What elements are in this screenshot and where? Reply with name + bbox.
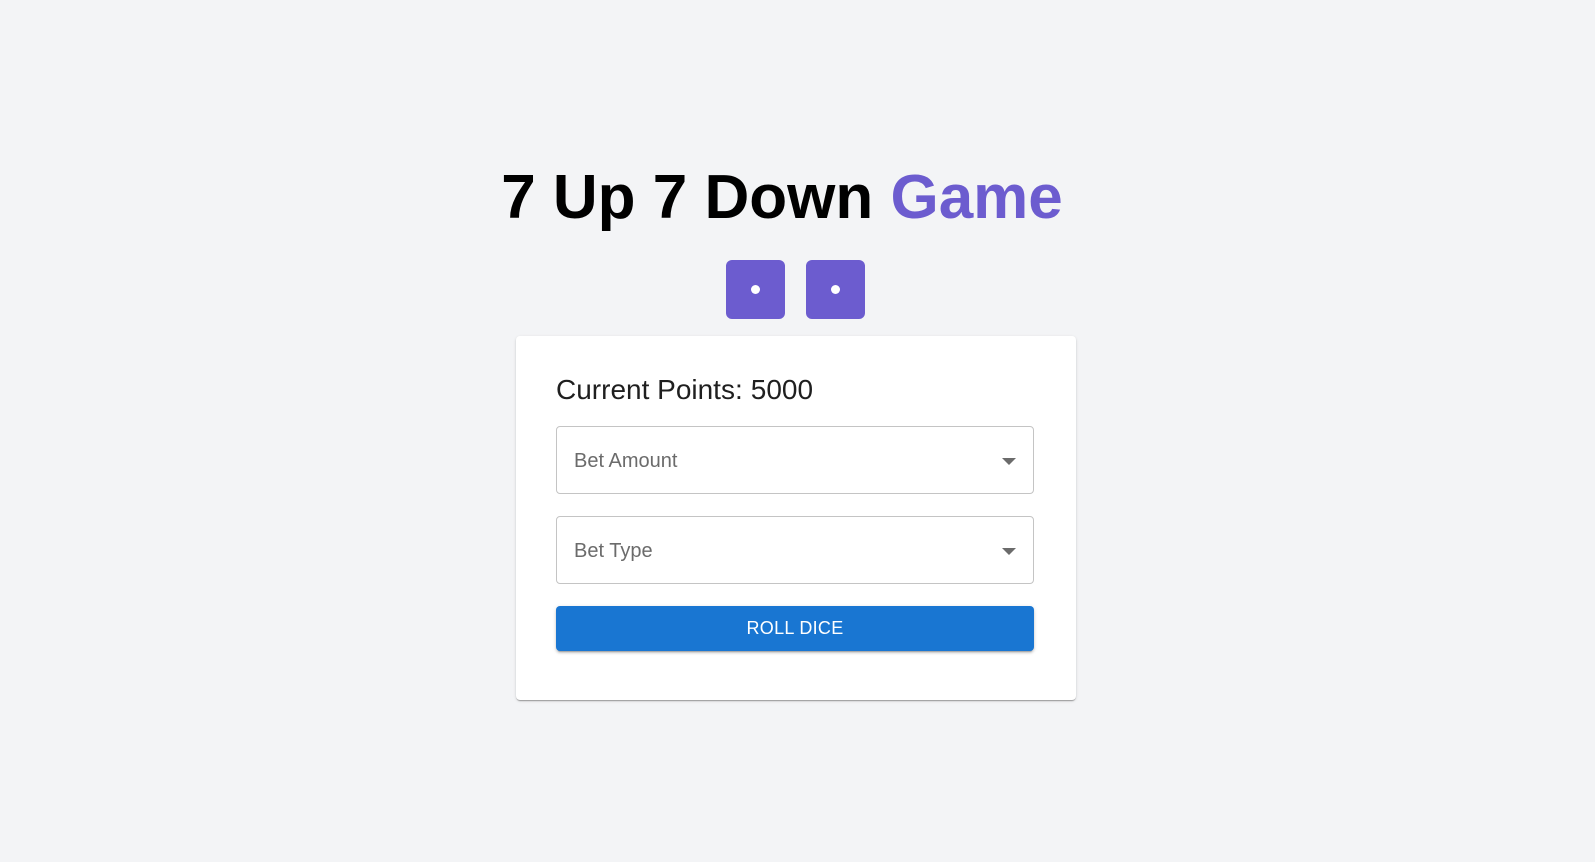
die-pip-icon [831, 285, 840, 294]
bet-amount-label: Bet Amount [574, 450, 678, 472]
die-right [806, 260, 865, 319]
dice-row [726, 260, 865, 319]
bet-amount-select[interactable]: Bet Amount [556, 426, 1034, 494]
page-title: 7 Up 7 Down Game [0, 160, 1564, 236]
bet-type-select[interactable]: Bet Type [556, 516, 1034, 584]
current-points-value: 5000 [750, 374, 814, 405]
title-main: 7 Up 7 Down [501, 163, 874, 232]
bet-card: Current Points: 5000 Bet Amount Bet Type… [516, 336, 1076, 700]
bet-type-label: Bet Type [574, 540, 653, 562]
roll-dice-button[interactable]: ROLL DICE [556, 606, 1034, 651]
title-accent: Game [890, 163, 1063, 232]
caret-down-icon [1002, 548, 1016, 555]
current-points-label: Current Points: [556, 374, 743, 405]
die-pip-icon [751, 285, 760, 294]
caret-down-icon [1002, 458, 1016, 465]
page: 7 Up 7 Down Game Current Points: 5000 Be… [0, 0, 1595, 862]
die-left [726, 260, 785, 319]
current-points: Current Points: 5000 [556, 372, 813, 408]
